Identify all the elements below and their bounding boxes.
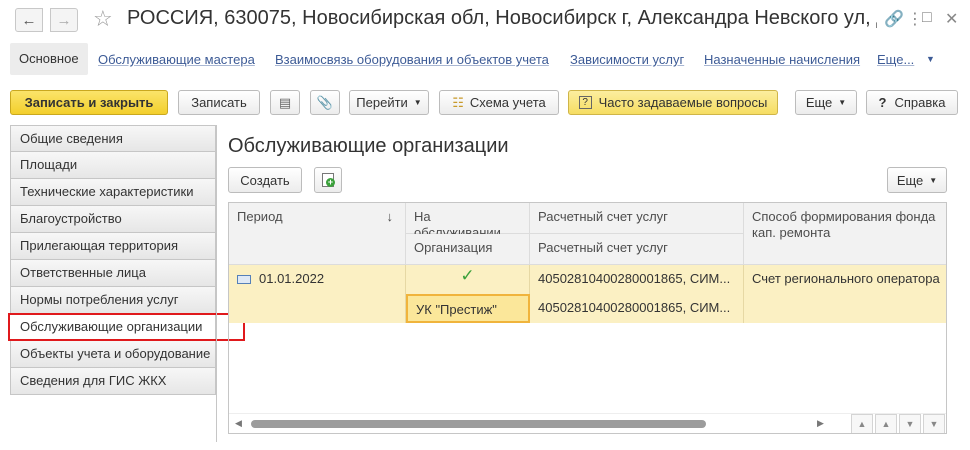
cell-account[interactable]: 40502810400280001865, СИМ... — [530, 265, 744, 294]
arrow-right-icon: → — [56, 11, 72, 29]
cell-fund-method[interactable]: Счет регионального оператора — [744, 265, 946, 323]
sidebar-item-adjacent-territory[interactable]: Прилегающая территория — [10, 233, 216, 260]
scroll-right-icon[interactable]: ▶ — [817, 418, 824, 429]
add-document-icon: + — [322, 173, 335, 187]
window-title: РОССИЯ, 630075, Новосибирская обл, Новос… — [127, 7, 877, 29]
page-title: Обслуживающие организации — [228, 135, 509, 157]
first-page-icon[interactable]: ▲ — [851, 414, 873, 433]
sidebar-item-tech-specs[interactable]: Технические характеристики — [10, 179, 216, 206]
arrow-left-icon: ← — [21, 11, 37, 29]
question-icon: ? — [578, 96, 592, 109]
save-and-close-button[interactable]: Записать и закрыть — [10, 90, 168, 115]
sidebar-item-consumption-norms[interactable]: Нормы потребления услуг — [10, 287, 216, 314]
cell-period[interactable]: 01.01.2022 — [229, 265, 406, 323]
question-mark-icon: ? — [878, 95, 887, 110]
sidebar-item-responsible-persons[interactable]: Ответственные лица — [10, 260, 216, 287]
copy-create-button[interactable]: + — [314, 167, 342, 193]
service-organizations-table[interactable]: Период ↓ На обслуживании Организация Рас… — [228, 202, 947, 434]
sidebar-item-general[interactable]: Общие сведения — [10, 125, 216, 152]
column-header-organization[interactable]: Организация — [406, 234, 530, 265]
sort-down-icon[interactable]: ↓ — [387, 209, 394, 225]
column-header-on-service[interactable]: На обслуживании — [406, 203, 530, 240]
close-icon[interactable]: ✕ — [945, 9, 958, 29]
section-sidebar: Общие сведения Площади Технические харак… — [10, 125, 216, 395]
document-list-button[interactable]: ▤ — [270, 90, 300, 115]
goto-menu-button[interactable]: Перейти ▼ — [349, 90, 429, 115]
faq-button[interactable]: ? Часто задаваемые вопросы — [568, 90, 778, 115]
scheme-icon: ☷ — [452, 94, 464, 110]
column-header-fund-method[interactable]: Способ формирования фонда кап. ремонта — [744, 203, 946, 265]
tab-serving-masters[interactable]: Обслуживающие мастера — [98, 52, 255, 67]
maximize-icon[interactable]: □ — [922, 9, 932, 27]
title-bar: ← → ☆ РОССИЯ, 630075, Новосибирская обл,… — [0, 0, 970, 38]
help-button[interactable]: ? Справка — [866, 90, 958, 115]
vertical-dots-icon[interactable]: ⋮ — [907, 9, 923, 29]
column-header-account[interactable]: Расчетный счет услуг — [530, 203, 744, 234]
tab-main[interactable]: Основное — [10, 43, 88, 75]
paperclip-icon: 📎 — [316, 94, 334, 110]
cell-organization[interactable]: УК "Престиж" — [406, 294, 530, 323]
sidebar-item-gis-info[interactable]: Сведения для ГИС ЖКХ — [10, 368, 216, 395]
star-icon[interactable]: ☆ — [93, 6, 113, 32]
chevron-down-icon: ▼ — [929, 175, 938, 185]
back-button[interactable]: ← — [15, 8, 43, 32]
forward-button[interactable]: → — [50, 8, 78, 32]
sidebar-item-landscaping[interactable]: Благоустройство — [10, 206, 216, 233]
table-more-button[interactable]: Еще ▼ — [887, 167, 947, 193]
column-header-period[interactable]: Период ↓ — [229, 203, 406, 265]
record-icon — [237, 275, 251, 285]
save-button[interactable]: Записать — [178, 90, 260, 115]
tab-equipment-link[interactable]: Взаимосвязь оборудования и объектов учет… — [275, 52, 549, 67]
chevron-down-icon[interactable]: ▼ — [926, 54, 935, 64]
document-icon: ▤ — [278, 94, 292, 110]
scroll-left-icon[interactable]: ◀ — [235, 418, 242, 429]
last-page-icon[interactable]: ▼ — [923, 414, 945, 433]
cell-account-2[interactable]: 40502810400280001865, СИМ... — [530, 294, 744, 323]
more-menu-button[interactable]: Еще ▼ — [795, 90, 857, 115]
chevron-down-icon: ▼ — [413, 98, 422, 107]
column-header-account-2[interactable]: Расчетный счет услуг — [530, 234, 744, 265]
attach-button[interactable]: 📎 — [310, 90, 340, 115]
tab-assigned-charges[interactable]: Назначенные начисления — [704, 52, 860, 67]
tab-service-dependencies[interactable]: Зависимости услуг — [570, 52, 684, 67]
form-tabs: Основное — [10, 43, 88, 75]
prev-page-icon[interactable]: ▲ — [875, 414, 897, 433]
tab-more[interactable]: Еще... — [877, 52, 914, 67]
accounting-scheme-button[interactable]: ☷ Схема учета — [439, 90, 559, 115]
sidebar-item-accounting-objects[interactable]: Объекты учета и оборудование — [10, 341, 216, 368]
horizontal-scrollbar[interactable]: ◀ ▶ ▲ ▲ ▼ ▼ — [229, 413, 946, 433]
checkmark-icon: ✓ — [460, 266, 475, 285]
link-icon[interactable]: 🔗 — [884, 9, 904, 29]
cell-on-service[interactable]: ✓ — [406, 265, 530, 294]
next-page-icon[interactable]: ▼ — [899, 414, 921, 433]
annotation-highlight — [8, 313, 245, 341]
chevron-down-icon: ▼ — [838, 98, 847, 107]
sidebar-item-areas[interactable]: Площади — [10, 152, 216, 179]
scrollbar-thumb[interactable] — [251, 420, 706, 428]
create-button[interactable]: Создать — [228, 167, 302, 193]
